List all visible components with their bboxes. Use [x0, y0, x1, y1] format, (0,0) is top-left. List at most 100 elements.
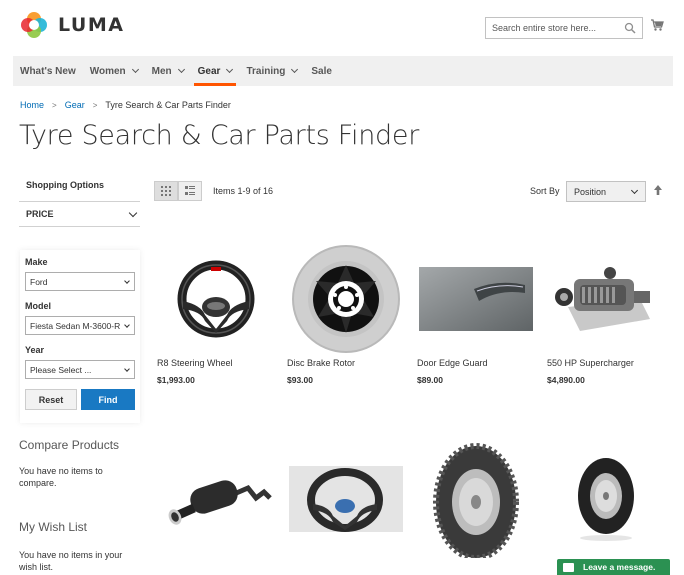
product-card[interactable]	[417, 440, 535, 558]
chevron-down-icon	[291, 65, 299, 74]
breadcrumb-gear[interactable]: Gear	[65, 100, 85, 110]
supercharger-image	[555, 267, 650, 331]
price-filter-label: PRICE	[26, 209, 54, 219]
product-card[interactable]	[157, 440, 275, 558]
divider	[19, 201, 140, 202]
nav-women[interactable]: Women	[89, 56, 139, 86]
product-card[interactable]: Disc Brake Rotor $93.00	[287, 240, 405, 385]
sort-by-select[interactable]: Position	[566, 181, 646, 202]
exhaust-muffler-image	[168, 480, 272, 525]
chevron-down-icon	[124, 366, 130, 372]
year-value: Please Select ...	[30, 364, 92, 375]
nav-label: Training	[246, 65, 286, 77]
product-name[interactable]: Disc Brake Rotor	[287, 358, 405, 368]
price-filter-toggle[interactable]: PRICE	[26, 208, 138, 219]
product-name[interactable]: Door Edge Guard	[417, 358, 535, 368]
breadcrumb-separator: >	[92, 100, 98, 110]
breadcrumb: Home > Gear > Tyre Search & Car Parts Fi…	[20, 100, 231, 110]
wishlist-text: You have no items in your wish list.	[19, 550, 123, 572]
breadcrumb-current: Tyre Search & Car Parts Finder	[105, 100, 231, 110]
envelope-icon	[563, 562, 574, 572]
items-count: Items 1-9 of 16	[213, 186, 274, 196]
nav-whats-new[interactable]: What's New	[20, 56, 76, 86]
product-image[interactable]	[417, 440, 535, 558]
sort-by-label: Sort By	[530, 186, 560, 196]
year-label: Year	[25, 345, 45, 355]
make-select[interactable]: Ford	[25, 272, 135, 291]
search-input[interactable]	[492, 23, 617, 33]
reset-button[interactable]: Reset	[25, 389, 77, 410]
door-edge-guard-image	[419, 267, 533, 331]
product-price: $4,890.00	[547, 375, 585, 385]
breadcrumb-home[interactable]: Home	[20, 100, 44, 110]
compare-products-heading: Compare Products	[19, 438, 120, 452]
product-card[interactable]	[547, 440, 665, 558]
product-card[interactable]: R8 Steering Wheel $1,993.00	[157, 240, 275, 385]
nav-men[interactable]: Men	[151, 56, 185, 86]
model-select[interactable]: Fiesta Sedan M-3600-R	[25, 316, 135, 335]
nav-label: Gear	[197, 65, 221, 77]
product-image[interactable]	[157, 240, 275, 358]
shopping-options-heading: Shopping Options	[26, 180, 104, 190]
model-label: Model	[25, 301, 51, 311]
view-mode-switcher	[154, 181, 202, 201]
find-button[interactable]: Find	[81, 389, 135, 410]
chevron-down-icon	[128, 208, 138, 217]
chevron-down-icon	[226, 65, 234, 74]
leave-message-label: Leave a message.	[583, 562, 656, 572]
make-label: Make	[25, 257, 48, 267]
product-price: $1,993.00	[157, 375, 195, 385]
product-price: $89.00	[417, 375, 443, 385]
sort-direction-arrow-icon[interactable]	[653, 184, 663, 196]
divider	[19, 226, 140, 227]
nav-sale[interactable]: Sale	[311, 56, 332, 86]
list-view-button[interactable]	[178, 181, 202, 201]
chevron-down-icon	[124, 322, 130, 328]
grid-icon	[161, 186, 171, 196]
tire-image	[578, 458, 634, 541]
chevron-down-icon	[124, 278, 130, 284]
chevron-down-icon	[177, 65, 185, 74]
steering-wheel-image	[177, 260, 255, 338]
product-price: $93.00	[287, 375, 313, 385]
model-value: Fiesta Sedan M-3600-R	[30, 320, 121, 331]
chevron-down-icon	[630, 186, 639, 195]
product-card[interactable]	[287, 440, 405, 558]
nav-label: What's New	[20, 65, 76, 77]
leave-message-button[interactable]: Leave a message.	[557, 559, 670, 575]
main-navigation: What's New Women Men Gear Training Sale	[13, 56, 673, 86]
product-card[interactable]: 550 HP Supercharger $4,890.00	[547, 240, 665, 385]
make-value: Ford	[30, 276, 48, 287]
compare-products-text: You have no items to compare.	[19, 466, 103, 488]
sort-by-value: Position	[574, 186, 607, 197]
product-name[interactable]: 550 HP Supercharger	[547, 358, 665, 368]
parts-finder: Make Ford Model Fiesta Sedan M-3600-R Ye…	[20, 250, 140, 423]
grid-view-button[interactable]	[154, 181, 178, 201]
product-image[interactable]	[547, 440, 665, 558]
product-image[interactable]	[417, 240, 535, 358]
nav-label: Men	[151, 65, 172, 77]
brake-rotor-image	[292, 245, 400, 353]
nav-gear[interactable]: Gear	[193, 56, 237, 86]
product-image[interactable]	[287, 440, 405, 558]
tyre-image	[433, 443, 519, 558]
page-title: Tyre Search & Car Parts Finder	[19, 120, 420, 151]
nav-label: Women	[89, 65, 126, 77]
year-select[interactable]: Please Select ...	[25, 360, 135, 379]
brand-name: LUMA	[58, 14, 125, 36]
luma-logo[interactable]: LUMA	[20, 11, 124, 39]
product-name[interactable]: R8 Steering Wheel	[157, 358, 275, 368]
sport-steering-wheel-image	[289, 466, 403, 532]
product-card[interactable]: Door Edge Guard $89.00	[417, 240, 535, 385]
nav-training[interactable]: Training	[246, 56, 299, 86]
search-box[interactable]	[485, 17, 643, 39]
nav-label: Sale	[311, 65, 332, 77]
product-image[interactable]	[287, 240, 405, 358]
luma-logo-icon	[21, 12, 47, 38]
product-image[interactable]	[157, 440, 275, 558]
product-image[interactable]	[547, 240, 665, 358]
cart-icon[interactable]	[650, 18, 664, 32]
list-icon	[185, 186, 195, 195]
search-icon[interactable]	[624, 22, 636, 34]
chevron-down-icon	[131, 65, 139, 74]
